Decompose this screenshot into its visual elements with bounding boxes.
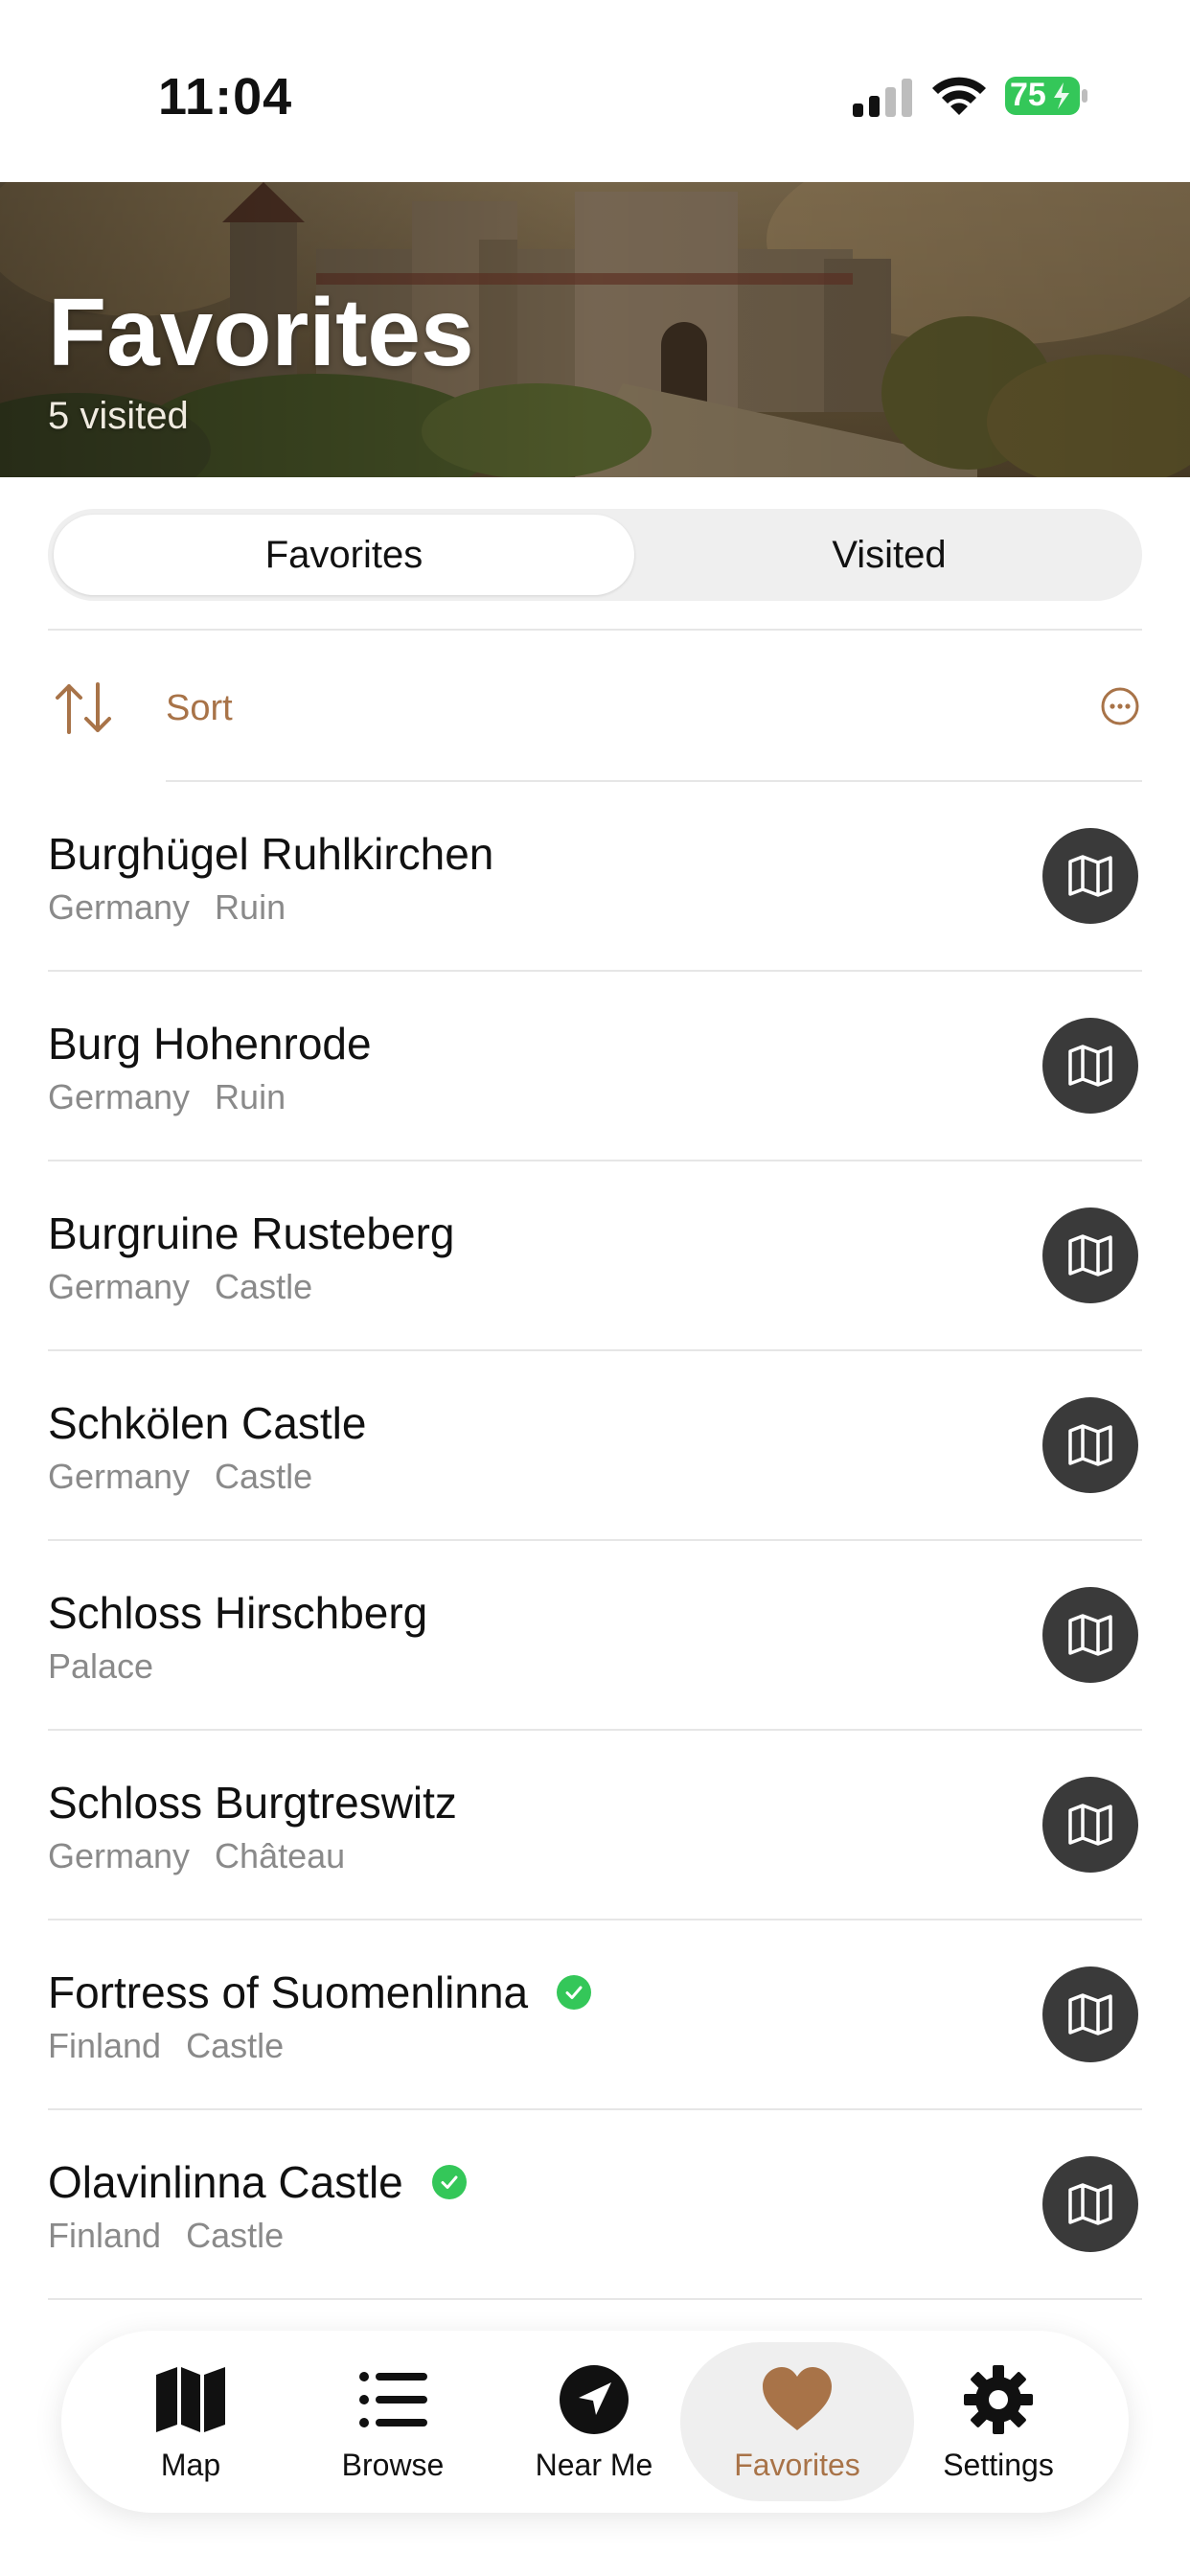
item-type: Castle <box>186 2026 285 2065</box>
item-meta: Finland Castle <box>48 2026 284 2066</box>
item-type: Palace <box>48 1646 154 1686</box>
item-meta: Germany Château <box>48 1836 345 1876</box>
visited-check-icon <box>431 2164 467 2199</box>
item-name: Schloss Hirschberg <box>48 1588 428 1638</box>
item-country: Germany <box>48 887 191 927</box>
battery-level: 75 <box>1010 77 1046 113</box>
map-icon <box>1068 1614 1112 1656</box>
tab-map[interactable]: Map <box>95 2331 286 2513</box>
item-country: Finland <box>48 2026 162 2065</box>
item-type: Castle <box>215 1267 313 1306</box>
list-item[interactable]: Fortress of Suomenlinna Finland Castle <box>0 1920 1190 2110</box>
map-icon <box>1068 1045 1112 1087</box>
list-icon <box>359 2372 427 2427</box>
map-icon <box>1068 1424 1112 1466</box>
divider <box>48 2298 1142 2300</box>
item-name-wrap: Fortress of Suomenlinna <box>48 1966 592 2018</box>
item-meta: Germany Ruin <box>48 887 286 928</box>
item-country: Germany <box>48 1836 191 1875</box>
item-type: Castle <box>186 2216 285 2255</box>
item-name: Burg Hohenrode <box>48 1019 372 1069</box>
map-icon <box>1068 855 1112 897</box>
map-icon <box>1068 1993 1112 2036</box>
item-meta: Germany Ruin <box>48 1077 286 1117</box>
hero-header: Favorites 5 visited <box>0 182 1190 477</box>
list-item[interactable]: Burg Hohenrode Germany Ruin <box>0 972 1190 1162</box>
cellular-signal-icon <box>853 79 912 117</box>
segment-favorites[interactable]: Favorites <box>54 515 634 595</box>
tab-label: Map <box>160 2448 221 2482</box>
sort-arrows-icon[interactable] <box>54 682 115 734</box>
map-icon <box>1068 2183 1112 2225</box>
list-item[interactable]: Burgruine Rusteberg Germany Castle <box>0 1162 1190 1351</box>
map-icon <box>1068 1234 1112 1276</box>
item-name: Olavinlinna Castle <box>48 2157 403 2207</box>
item-meta: Palace <box>48 1646 153 1687</box>
visited-check-icon <box>557 1974 592 2010</box>
show-on-map-button[interactable] <box>1042 1966 1138 2062</box>
tab-browse[interactable]: Browse <box>297 2331 489 2513</box>
item-name: Schkölen Castle <box>48 1398 367 1448</box>
tab-bar: Map Browse Near Me Favorites Settings <box>61 2331 1129 2513</box>
list-item[interactable]: Schloss Hirschberg Palace <box>0 1541 1190 1731</box>
location-arrow-icon <box>560 2365 629 2434</box>
more-options-icon[interactable] <box>1100 686 1140 726</box>
tab-settings[interactable]: Settings <box>903 2331 1094 2513</box>
map-icon <box>1068 1804 1112 1846</box>
list-item[interactable]: Olavinlinna Castle Finland Castle <box>0 2110 1190 2300</box>
tab-label: Near Me <box>535 2448 653 2482</box>
divider <box>48 629 1142 631</box>
item-meta: Finland Castle <box>48 2216 284 2256</box>
item-country: Germany <box>48 1457 191 1496</box>
map-icon <box>156 2367 225 2432</box>
item-type: Château <box>215 1836 346 1875</box>
show-on-map-button[interactable] <box>1042 1208 1138 1303</box>
item-name: Burghügel Ruhlkirchen <box>48 829 494 879</box>
show-on-map-button[interactable] <box>1042 1018 1138 1114</box>
visited-count: 5 visited <box>48 395 189 437</box>
show-on-map-button[interactable] <box>1042 2156 1138 2252</box>
list-item[interactable]: Burghügel Ruhlkirchen Germany Ruin <box>0 782 1190 972</box>
wifi-icon <box>932 77 986 115</box>
item-type: Ruin <box>215 887 286 927</box>
tab-label: Browse <box>341 2448 445 2482</box>
tab-near-me[interactable]: Near Me <box>498 2331 690 2513</box>
item-name: Burgruine Rusteberg <box>48 1208 455 1258</box>
item-meta: Germany Castle <box>48 1457 312 1497</box>
item-type: Castle <box>215 1457 313 1496</box>
segmented-control: Favorites Visited <box>48 509 1142 601</box>
heart-icon <box>763 2367 832 2430</box>
show-on-map-button[interactable] <box>1042 828 1138 924</box>
list-item[interactable]: Schkölen Castle Germany Castle <box>0 1351 1190 1541</box>
tab-favorites[interactable]: Favorites <box>701 2331 893 2513</box>
item-country: Germany <box>48 1267 191 1306</box>
segment-visited[interactable]: Visited <box>642 515 1136 595</box>
item-type: Ruin <box>215 1077 286 1116</box>
item-name-wrap: Olavinlinna Castle <box>48 2156 467 2208</box>
item-country: Finland <box>48 2216 162 2255</box>
status-bar: 11:04 75 <box>0 0 1190 182</box>
list-item[interactable]: Schloss Burgtreswitz Germany Château <box>0 1731 1190 1920</box>
item-country: Germany <box>48 1077 191 1116</box>
item-name: Fortress of Suomenlinna <box>48 1967 529 2017</box>
item-meta: Germany Castle <box>48 1267 312 1307</box>
status-time: 11:04 <box>158 68 293 126</box>
show-on-map-button[interactable] <box>1042 1587 1138 1683</box>
tab-label: Settings <box>943 2448 1054 2482</box>
show-on-map-button[interactable] <box>1042 1777 1138 1873</box>
show-on-map-button[interactable] <box>1042 1397 1138 1493</box>
tab-label: Favorites <box>734 2448 860 2482</box>
sort-button[interactable]: Sort <box>166 688 233 729</box>
page-title: Favorites <box>48 279 474 386</box>
item-name: Schloss Burgtreswitz <box>48 1778 457 1828</box>
gear-icon <box>964 2365 1033 2434</box>
